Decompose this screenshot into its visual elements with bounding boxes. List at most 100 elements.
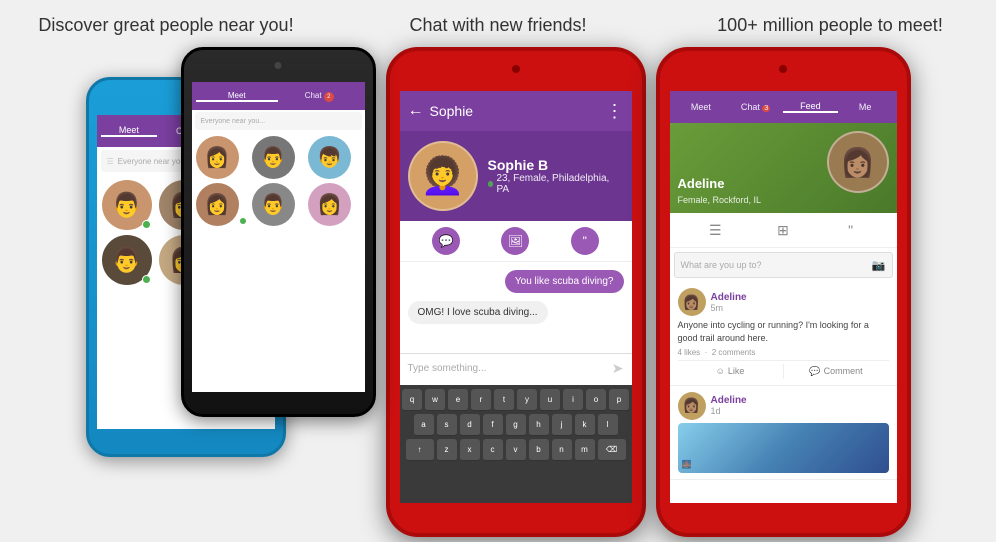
right-profile-name: Adeline	[678, 176, 725, 191]
bp-3[interactable]: 👦	[308, 136, 360, 179]
chat-profile-area: 👩‍🦱 Sophie B 23, Female, Philadelphia, P…	[400, 131, 632, 221]
tab-chat-black[interactable]: Chat 2	[278, 91, 361, 102]
key-o[interactable]: o	[586, 389, 606, 411]
key-c[interactable]: c	[483, 439, 503, 461]
list-view-icon[interactable]: ☰	[703, 218, 727, 242]
feed-user-info-2: Adeline 1d	[711, 395, 747, 416]
key-g[interactable]: g	[506, 414, 526, 436]
key-backspace[interactable]: ⌫	[598, 439, 626, 461]
key-x[interactable]: x	[460, 439, 480, 461]
bp-1[interactable]: 👩	[196, 136, 248, 179]
phone-black: Meet Chat 2 Everyone near you... 👩 👨	[181, 47, 376, 417]
key-z[interactable]: z	[437, 439, 457, 461]
feed-post-header-2: 👩🏽 Adeline 1d	[678, 392, 889, 420]
tab-meet-blue[interactable]: Meet	[101, 125, 158, 137]
bp-4[interactable]: 👩	[196, 183, 248, 226]
online-dot-1	[142, 220, 151, 229]
chat-input[interactable]: Type something...	[408, 363, 612, 374]
key-r[interactable]: r	[471, 389, 491, 411]
key-u[interactable]: u	[540, 389, 560, 411]
msg-sent: You like scuba diving?	[505, 270, 624, 293]
key-i[interactable]: i	[563, 389, 583, 411]
grid-view-icon[interactable]: ⊞	[771, 218, 795, 242]
key-y[interactable]: y	[517, 389, 537, 411]
image-icon[interactable]: 🖼	[501, 227, 529, 255]
feed-time-2: 1d	[711, 406, 747, 416]
tab-meet-black[interactable]: Meet	[196, 91, 279, 102]
feed-avatar-2[interactable]: 👩🏽	[678, 392, 706, 420]
online-indicator	[488, 181, 494, 187]
key-n[interactable]: n	[552, 439, 572, 461]
key-q[interactable]: q	[402, 389, 422, 411]
like-button-1[interactable]: ☺ Like	[678, 364, 783, 379]
feed-image-2: 🌉	[678, 423, 889, 473]
phone-center: ← Sophie ⋮ 👩‍🦱 Sophie B 23, Female, Phil…	[386, 47, 646, 537]
bp-5[interactable]: 👨	[252, 183, 304, 226]
key-k[interactable]: k	[575, 414, 595, 436]
key-h[interactable]: h	[529, 414, 549, 436]
key-t[interactable]: t	[494, 389, 514, 411]
key-shift[interactable]: ↑	[406, 439, 434, 461]
profile-bg: 👩🏽 Adeline Female, Rockford, IL	[670, 123, 897, 213]
person-1[interactable]: 👨	[102, 180, 152, 230]
feed-user-info-1: Adeline 5m	[711, 292, 747, 313]
quote-view-icon[interactable]: "	[839, 218, 863, 242]
camera-icon[interactable]: 📷	[872, 259, 886, 272]
bface-3: 👦	[308, 136, 351, 179]
key-f[interactable]: f	[483, 414, 503, 436]
quote-icon[interactable]: "	[571, 227, 599, 255]
key-l[interactable]: l	[598, 414, 618, 436]
kb-row-2: a s d f g h j k l	[402, 414, 630, 436]
right-profile-info: Female, Rockford, IL	[678, 195, 762, 205]
like-label-1: Like	[728, 366, 745, 376]
top-headers: Discover great people near you! Chat wit…	[0, 0, 996, 47]
bface-4: 👩	[196, 183, 239, 226]
online-dot-b4	[239, 217, 247, 225]
chat-profile-info: Sophie B 23, Female, Philadelphia, PA	[488, 157, 624, 195]
chat-icon[interactable]: 💬	[432, 227, 460, 255]
people-grid-black: 👩 👨 👦 👩 👨	[192, 132, 365, 230]
key-d[interactable]: d	[460, 414, 480, 436]
key-p[interactable]: p	[609, 389, 629, 411]
key-s[interactable]: s	[437, 414, 457, 436]
chat-action-bar: 💬 🖼 "	[400, 221, 632, 262]
camera-center	[512, 65, 520, 73]
send-icon[interactable]: ➤	[612, 360, 624, 377]
back-button[interactable]: ←	[408, 102, 424, 120]
feed-username-1: Adeline	[711, 292, 747, 303]
phone-right: Meet Chat 3 Feed Me 👩🏽 Adeline Female, R…	[656, 47, 911, 537]
screen-black: Meet Chat 2 Everyone near you... 👩 👨	[192, 82, 365, 392]
feed-post-1: 👩🏽 Adeline 5m Anyone into cycling or run…	[670, 282, 897, 385]
search-text-black: Everyone near you...	[201, 118, 266, 125]
feed-avatar-1[interactable]: 👩🏽	[678, 288, 706, 316]
key-j[interactable]: j	[552, 414, 572, 436]
chat-input-area: Type something... ➤	[400, 353, 632, 383]
search-black[interactable]: Everyone near you...	[195, 112, 362, 130]
comment-label-1: Comment	[824, 366, 863, 376]
tab-feed-right[interactable]: Feed	[783, 101, 838, 113]
camera-black	[275, 62, 282, 69]
more-button[interactable]: ⋮	[606, 101, 624, 122]
screen-center: ← Sophie ⋮ 👩‍🦱 Sophie B 23, Female, Phil…	[400, 91, 632, 503]
feed-likes-1: 4 likes	[678, 348, 701, 357]
bface-2: 👨	[252, 136, 295, 179]
bp-2[interactable]: 👨	[252, 136, 304, 179]
chat-online-status: 23, Female, Philadelphia, PA	[488, 173, 624, 195]
comment-icon-1: 💬	[809, 366, 820, 377]
tab-me-right[interactable]: Me	[838, 102, 893, 112]
app-header-black: Meet Chat 2	[192, 82, 365, 110]
key-b[interactable]: b	[529, 439, 549, 461]
feed-search[interactable]: What are you up to? 📷	[674, 252, 893, 278]
comment-button-1[interactable]: 💬 Comment	[784, 364, 889, 379]
tab-chat-right[interactable]: Chat 3	[728, 102, 783, 112]
bp-6[interactable]: 👩	[308, 183, 360, 226]
key-e[interactable]: e	[448, 389, 468, 411]
chat-contact-name: Sophie	[430, 103, 606, 119]
tab-meet-right[interactable]: Meet	[674, 102, 729, 112]
key-w[interactable]: w	[425, 389, 445, 411]
person-4[interactable]: 👨	[102, 235, 152, 285]
key-a[interactable]: a	[414, 414, 434, 436]
key-m[interactable]: m	[575, 439, 595, 461]
right-avatar[interactable]: 👩🏽	[827, 131, 889, 193]
key-v[interactable]: v	[506, 439, 526, 461]
